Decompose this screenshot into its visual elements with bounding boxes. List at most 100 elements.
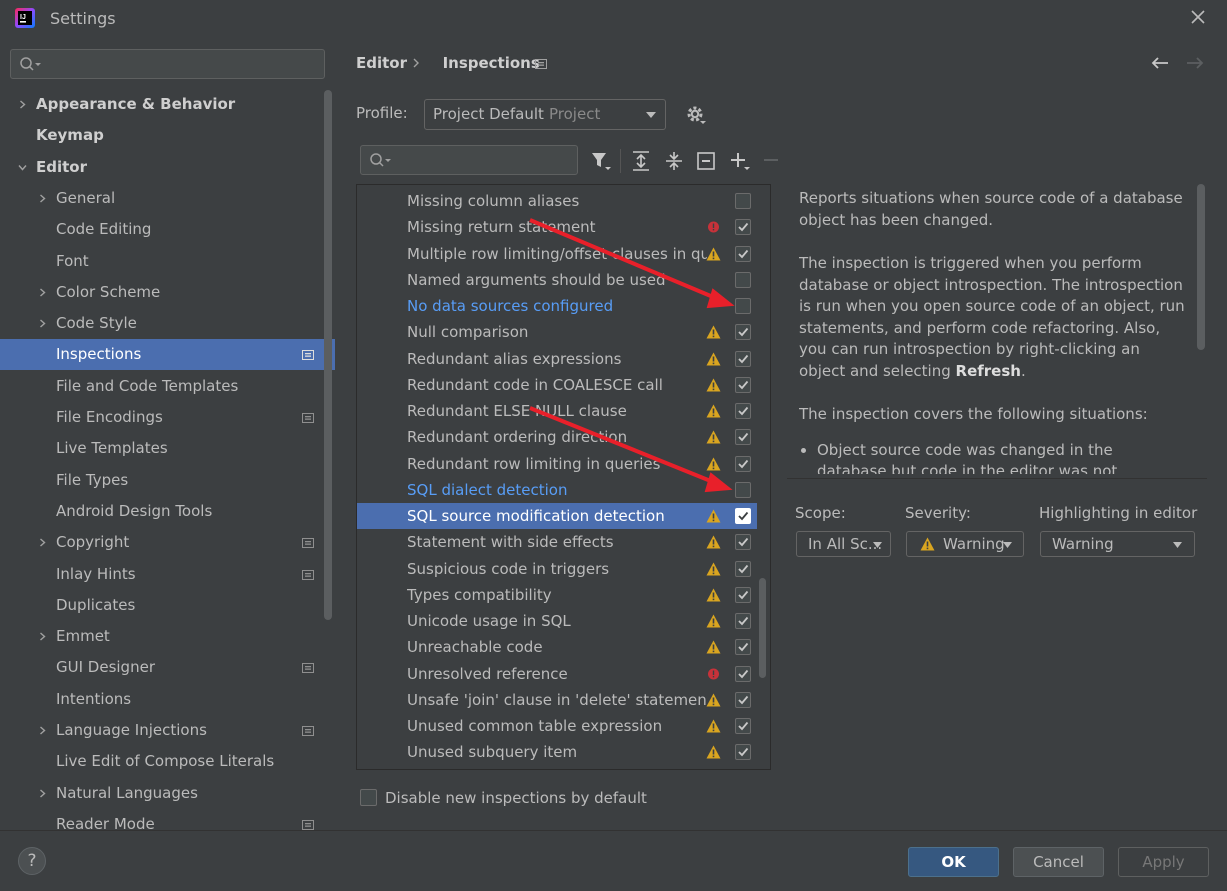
annotation-arrows — [529, 218, 735, 493]
desc-paragraph-1: Reports situations when source code of a… — [799, 189, 1183, 229]
search-icon — [370, 153, 391, 167]
sidebar-item-language-injections[interactable]: Language Injections — [0, 715, 320, 746]
breadcrumb-inspections: Inspections — [442, 54, 540, 72]
warning-icon — [920, 537, 935, 551]
inspection-row[interactable]: Unused subquery item — [357, 739, 757, 765]
description-scrollbar[interactable] — [1197, 184, 1205, 350]
reset-icon[interactable] — [695, 150, 717, 172]
sidebar-search-input[interactable] — [10, 49, 325, 79]
inspection-checkbox[interactable] — [735, 613, 751, 629]
sidebar-item-intentions[interactable]: Intentions — [0, 684, 320, 715]
inspection-row[interactable]: Types compatibility — [357, 582, 757, 608]
inspection-description: Reports situations when source code of a… — [799, 188, 1185, 474]
chevron-down-icon — [1173, 542, 1182, 548]
sidebar-item-label: Appearance & Behavior — [36, 95, 236, 113]
inspection-row[interactable]: Unsafe 'join' clause in 'delete' stateme… — [357, 687, 757, 713]
inspection-row[interactable]: Unresolved reference — [357, 661, 757, 687]
inspection-checkbox[interactable] — [735, 560, 751, 577]
disable-new-inspections-checkbox[interactable] — [360, 789, 377, 806]
inspection-row[interactable]: Unused common table expression — [357, 713, 757, 739]
sidebar-item-inspections[interactable]: Inspections — [0, 339, 335, 371]
expand-all-icon[interactable] — [630, 150, 652, 172]
gear-icon[interactable] — [685, 104, 707, 126]
inspection-row[interactable]: Statement with side effects — [357, 529, 757, 555]
inspection-row[interactable]: Suspicious code in triggers — [357, 556, 757, 582]
sidebar-item-inlay-hints[interactable]: Inlay Hints — [0, 559, 320, 590]
inspection-label: Unused common table expression — [407, 717, 663, 735]
sidebar-item-font[interactable]: Font — [0, 246, 320, 277]
filter-icon[interactable] — [590, 150, 612, 172]
sidebar-item-emmet[interactable]: Emmet — [0, 621, 320, 652]
title-bar — [0, 0, 1227, 38]
sidebar-item-live-templates[interactable]: Live Templates — [0, 433, 320, 464]
close-icon[interactable] — [1186, 5, 1210, 29]
sidebar-item-live-edit-of-compose-literals[interactable]: Live Edit of Compose Literals — [0, 746, 320, 777]
sidebar-item-label: Editor — [36, 157, 87, 176]
sidebar-item-label: File Types — [56, 470, 129, 489]
desc-bullet-1: Object source code was changed in the da… — [817, 440, 1185, 475]
inspection-checkbox[interactable] — [735, 639, 751, 656]
desc-paragraph-2: The inspection is triggered when you per… — [799, 253, 1185, 382]
chevron-down-icon — [873, 542, 882, 548]
severity-label: Severity: — [905, 504, 971, 522]
inspection-checkbox[interactable] — [735, 193, 751, 209]
sidebar-item-file-types[interactable]: File Types — [0, 465, 320, 496]
project-scope-icon — [302, 413, 314, 423]
sidebar-item-label: Intentions — [56, 689, 132, 708]
sidebar-item-file-encodings[interactable]: File Encodings — [0, 402, 320, 433]
add-icon[interactable] — [729, 150, 751, 172]
sidebar-item-duplicates[interactable]: Duplicates — [0, 590, 320, 621]
sidebar-item-keymap[interactable]: Keymap — [0, 120, 320, 151]
chevron-right-icon — [40, 538, 46, 547]
breadcrumb-editor[interactable]: Editor — [356, 54, 407, 72]
chevron-down-icon — [18, 164, 27, 171]
inspection-checkbox[interactable] — [735, 744, 751, 761]
checkmark-icon — [738, 538, 749, 547]
sidebar-item-file-and-code-templates[interactable]: File and Code Templates — [0, 371, 320, 402]
chevron-right-icon — [40, 789, 46, 798]
desc-p2-bold: Refresh — [955, 361, 1021, 380]
inspection-checkbox[interactable] — [735, 691, 751, 708]
sidebar-item-copyright[interactable]: Copyright — [0, 527, 320, 558]
back-arrow-icon[interactable] — [1150, 55, 1170, 71]
chevron-down-icon — [646, 112, 656, 118]
inspection-checkbox[interactable] — [735, 586, 751, 603]
inspection-checkbox[interactable] — [735, 665, 751, 682]
warning-icon — [706, 745, 721, 759]
chevron-right-icon — [40, 288, 46, 297]
sidebar-item-android-design-tools[interactable]: Android Design Tools — [0, 496, 320, 527]
highlighting-dropdown[interactable]: Warning — [1040, 531, 1195, 557]
ok-button[interactable]: OK — [908, 847, 999, 877]
profile-dropdown[interactable]: Project Default Project — [424, 99, 666, 130]
chevron-down-icon — [1003, 542, 1012, 548]
inspection-checkbox[interactable] — [735, 534, 751, 551]
sidebar-item-appearance-behavior[interactable]: Appearance & Behavior — [0, 89, 320, 120]
sidebar-item-general[interactable]: General — [0, 183, 320, 214]
profile-scope: Project — [549, 105, 601, 123]
cancel-button[interactable]: Cancel — [1013, 847, 1104, 877]
collapse-all-icon[interactable] — [663, 150, 685, 172]
forward-arrow-icon[interactable] — [1185, 55, 1205, 71]
checkmark-icon — [738, 590, 749, 600]
inspections-scrollbar[interactable] — [759, 578, 766, 678]
remove-icon[interactable] — [760, 150, 782, 172]
sidebar-item-label: Natural Languages — [56, 783, 198, 802]
inspection-checkbox[interactable] — [735, 718, 751, 734]
scope-dropdown[interactable]: In All Sc... — [796, 531, 891, 557]
help-button[interactable]: ? — [18, 847, 46, 875]
warning-icon — [706, 640, 721, 654]
inspections-search-input[interactable] — [360, 145, 578, 175]
sidebar-item-editor[interactable]: Editor — [0, 152, 320, 183]
sidebar-item-color-scheme[interactable]: Color Scheme — [0, 277, 320, 308]
sidebar-item-code-style[interactable]: Code Style — [0, 308, 320, 339]
inspection-row[interactable]: Unicode usage in SQL — [357, 608, 757, 634]
sidebar-item-code-editing[interactable]: Code Editing — [0, 214, 320, 245]
project-scope-icon — [302, 819, 314, 830]
inspection-label: Types compatibility — [407, 585, 552, 604]
sidebar-scrollbar[interactable] — [324, 90, 332, 620]
apply-button[interactable]: Apply — [1118, 847, 1209, 877]
severity-dropdown[interactable]: Warning — [906, 531, 1024, 557]
sidebar-item-gui-designer[interactable]: GUI Designer — [0, 652, 320, 683]
inspection-row[interactable]: Unreachable code — [357, 634, 757, 660]
sidebar-item-natural-languages[interactable]: Natural Languages — [0, 778, 320, 809]
